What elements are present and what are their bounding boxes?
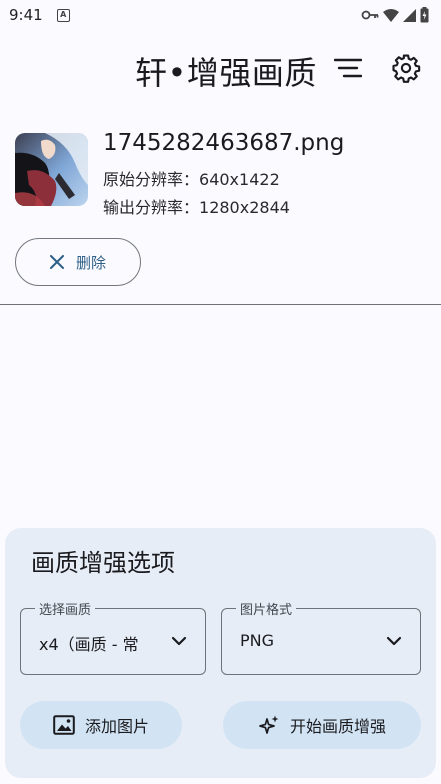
settings-button[interactable] <box>386 48 426 88</box>
sparkle-icon <box>259 715 279 734</box>
original-resolution-row: 原始分辨率：640x1422 <box>103 166 280 190</box>
battery-icon <box>420 7 429 23</box>
app-bar: 轩•增强画质 <box>0 38 441 98</box>
wifi-icon <box>383 8 399 22</box>
quality-select-value: x4（画质 - 常 <box>39 635 139 654</box>
sort-icon <box>334 58 362 78</box>
start-enhance-label: 开始画质增强 <box>289 717 386 736</box>
format-select-label: 图片格式 <box>236 599 297 618</box>
close-icon <box>49 255 64 269</box>
enhance-options-panel: 画质增强选项 选择画质 x4（画质 - 常 图片格式 PNG 添加图片 开始画质… <box>5 528 436 778</box>
divider <box>0 304 441 306</box>
app-title: 轩•增强画质 <box>135 54 317 92</box>
vpn-key-icon <box>361 10 379 20</box>
output-resolution-label: 输出分辨率： <box>103 198 200 217</box>
file-name: 1745282463687.png <box>103 130 345 156</box>
chevron-down-icon <box>171 636 187 646</box>
options-title: 画质增强选项 <box>31 549 175 577</box>
start-enhance-button[interactable]: 开始画质增强 <box>223 701 421 749</box>
sort-button[interactable] <box>328 48 368 88</box>
quality-select[interactable]: 选择画质 x4（画质 - 常 <box>20 599 206 675</box>
cell-signal-icon <box>403 8 416 22</box>
output-resolution-value: 1280x2844 <box>199 198 290 217</box>
format-select[interactable]: 图片格式 PNG <box>221 599 421 675</box>
add-image-button[interactable]: 添加图片 <box>20 701 182 749</box>
add-image-label: 添加图片 <box>84 717 149 736</box>
output-resolution-row: 输出分辨率：1280x2844 <box>103 194 290 218</box>
delete-button[interactable]: 删除 <box>15 238 141 286</box>
status-bar: 9:41 A <box>0 0 441 30</box>
status-time: 9:41 <box>9 6 43 24</box>
quality-select-label: 选择画质 <box>35 599 96 618</box>
status-icons <box>361 7 429 23</box>
image-icon <box>53 715 75 735</box>
delete-button-label: 删除 <box>75 253 106 272</box>
settings-gear-icon <box>392 54 421 83</box>
original-resolution-value: 640x1422 <box>199 170 280 189</box>
image-thumbnail <box>15 133 88 206</box>
chevron-down-icon <box>386 636 402 646</box>
original-resolution-label: 原始分辨率： <box>103 170 200 189</box>
app-notification-icon: A <box>56 8 70 22</box>
image-list-item[interactable]: 1745282463687.png 原始分辨率：640x1422 输出分辨率：1… <box>15 130 435 217</box>
format-select-value: PNG <box>240 631 275 650</box>
